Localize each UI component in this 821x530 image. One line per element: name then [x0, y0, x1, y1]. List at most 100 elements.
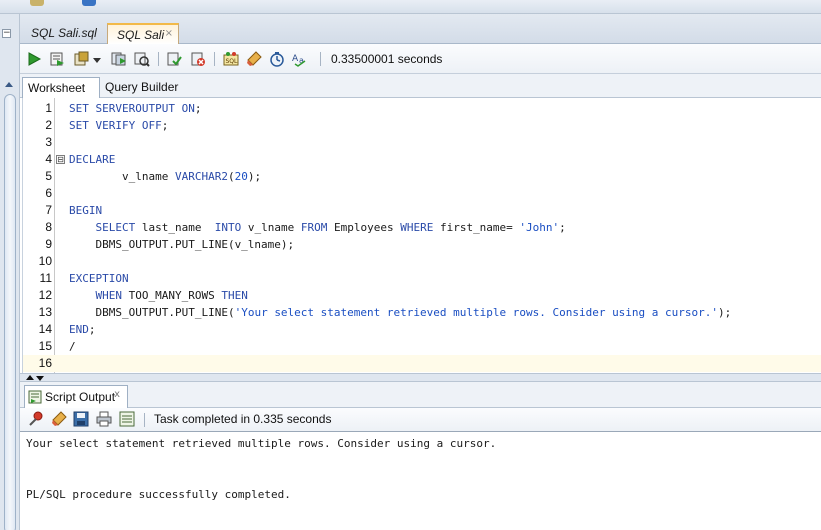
code-line[interactable]: 10	[23, 253, 821, 270]
toolbar-separator	[158, 52, 159, 66]
tab-label: Script Output	[45, 390, 116, 404]
tab-sql-sali-file[interactable]: SQL Sali.sql	[22, 23, 107, 44]
left-panel-rail: −	[0, 14, 20, 530]
output-tabs: Script Output x	[20, 382, 821, 408]
panel-splitter[interactable]	[20, 373, 821, 382]
worksheet-subtabs: Worksheet Query Builder	[20, 74, 821, 98]
line-number: 10	[38, 254, 52, 268]
save-script-output-icon[interactable]	[119, 411, 135, 427]
line-number: 11	[39, 271, 52, 285]
output-line: PL/SQL procedure successfully completed.	[26, 488, 291, 501]
code-text: SET VERIFY OFF;	[69, 119, 169, 132]
line-number: 7	[45, 203, 52, 217]
task-status: Task completed in 0.335 seconds	[154, 412, 332, 426]
code-text: EXCEPTION	[69, 272, 129, 285]
code-text: DBMS_OUTPUT.PUT_LINE(v_lname);	[69, 238, 295, 251]
window-top-strip	[0, 0, 821, 14]
code-text: WHEN TOO_MANY_ROWS THEN	[95, 289, 248, 302]
toolbar-separator	[320, 52, 321, 66]
svg-text:A: A	[292, 54, 299, 64]
output-line: Your select statement retrieved multiple…	[26, 437, 497, 450]
print-icon[interactable]	[96, 411, 112, 427]
top-toolbar-icon-fragment-2[interactable]	[82, 0, 96, 6]
line-number: 12	[38, 288, 52, 302]
line-number: 9	[45, 237, 52, 251]
code-text: BEGIN	[69, 204, 103, 217]
format-text-icon[interactable]: Aa	[292, 51, 308, 67]
toolbar-separator	[144, 413, 145, 427]
clear-icon[interactable]	[246, 51, 262, 67]
svg-text:SQL: SQL	[226, 58, 239, 65]
code-line[interactable]: 2 SET VERIFY OFF;	[23, 117, 821, 134]
line-number: 13	[38, 305, 52, 319]
chevron-down-icon[interactable]	[92, 51, 102, 67]
code-line[interactable]: 8 SELECT last_name INTO v_lname FROM Emp…	[23, 219, 821, 236]
autotrace-icon[interactable]	[134, 51, 150, 67]
tab-script-output[interactable]: Script Output x	[24, 385, 128, 408]
tab-query-builder[interactable]: Query Builder	[100, 77, 183, 98]
explain-plan-icon[interactable]	[111, 51, 127, 67]
line-number: 1	[45, 101, 52, 115]
tab-label: SQL Sali	[117, 28, 165, 42]
rollback-icon[interactable]	[190, 51, 206, 67]
code-line[interactable]: 9 DBMS_OUTPUT.PUT_LINE(v_lname);	[23, 236, 821, 253]
tab-sql-sali-worksheet[interactable]: SQL Sali ×	[107, 23, 179, 44]
toolbar-separator	[214, 52, 215, 66]
clear-output-icon[interactable]	[51, 411, 67, 427]
run-statement-icon[interactable]	[26, 51, 42, 67]
line-number: 8	[45, 220, 52, 234]
code-line[interactable]: 13 DBMS_OUTPUT.PUT_LINE('Your select sta…	[23, 304, 821, 321]
script-output-icon	[28, 390, 42, 404]
code-line[interactable]: 11 EXCEPTION	[23, 270, 821, 287]
line-number: 4	[45, 152, 52, 166]
sql-tuning-icon[interactable]: SQL	[223, 51, 239, 67]
code-line[interactable]: 15 /	[23, 338, 821, 355]
line-number: 16	[38, 356, 52, 370]
script-output-pane[interactable]: Your select statement retrieved multiple…	[20, 432, 821, 530]
line-number: 14	[38, 322, 52, 336]
maximize-output-arrow-icon[interactable]	[36, 376, 44, 381]
line-number: 6	[45, 186, 52, 200]
worksheet-toolbar: SQL Aa 0.33500001 seconds	[20, 44, 821, 74]
tab-label: SQL Sali.sql	[31, 26, 97, 40]
code-editor[interactable]: 1 SET SERVEROUTPUT ON; 2 SET VERIFY OFF; 3 4 ⊟…	[22, 98, 821, 373]
code-line[interactable]: 3	[23, 134, 821, 151]
code-text: SELECT last_name INTO v_lname FROM Emplo…	[95, 221, 566, 234]
execution-time: 0.33500001 seconds	[331, 52, 443, 66]
output-toolbar: Task completed in 0.335 seconds	[20, 408, 821, 432]
code-line[interactable]: 5 v_lname VARCHAR2(20);	[23, 168, 821, 185]
scroll-up-arrow-icon[interactable]	[5, 82, 13, 87]
fold-block-icon[interactable]: ⊟	[56, 155, 65, 164]
code-text: DBMS_OUTPUT.PUT_LINE('Your select statem…	[69, 306, 732, 319]
save-icon[interactable]	[73, 411, 89, 427]
line-number: 3	[45, 135, 52, 149]
pin-icon[interactable]	[28, 411, 44, 427]
collapse-panel-icon[interactable]: −	[2, 29, 11, 38]
tab-worksheet[interactable]: Worksheet	[22, 77, 100, 98]
left-scrollbar[interactable]	[4, 94, 16, 530]
code-text: END;	[69, 323, 96, 336]
code-line[interactable]: 12 WHEN TOO_MANY_ROWS THEN	[23, 287, 821, 304]
line-number: 2	[45, 118, 52, 132]
code-text: SET SERVEROUTPUT ON;	[69, 102, 202, 115]
line-number: 15	[38, 339, 52, 353]
commit-transaction-icon[interactable]	[166, 51, 182, 67]
close-tab-icon[interactable]: ×	[165, 28, 173, 39]
run-script-icon[interactable]	[49, 51, 65, 67]
commit-icon[interactable]	[73, 51, 89, 67]
maximize-editor-arrow-icon[interactable]	[26, 375, 34, 380]
code-text: /	[69, 340, 76, 353]
code-line[interactable]: 7 BEGIN	[23, 202, 821, 219]
code-text: DECLARE	[69, 153, 116, 166]
code-line[interactable]: 16	[23, 355, 821, 372]
code-line[interactable]: 6	[23, 185, 821, 202]
code-line[interactable]: 1 SET SERVEROUTPUT ON;	[23, 100, 821, 117]
code-line[interactable]: 4 ⊟ DECLARE	[23, 151, 821, 168]
top-toolbar-icon-fragment[interactable]	[30, 0, 44, 6]
history-icon[interactable]	[269, 51, 285, 67]
code-line[interactable]: 14 END;	[23, 321, 821, 338]
code-text: v_lname VARCHAR2(20);	[69, 170, 262, 183]
close-tab-icon[interactable]: x	[114, 389, 120, 400]
line-number: 5	[45, 169, 52, 183]
document-tabs: SQL Sali.sql SQL Sali ×	[20, 14, 821, 44]
